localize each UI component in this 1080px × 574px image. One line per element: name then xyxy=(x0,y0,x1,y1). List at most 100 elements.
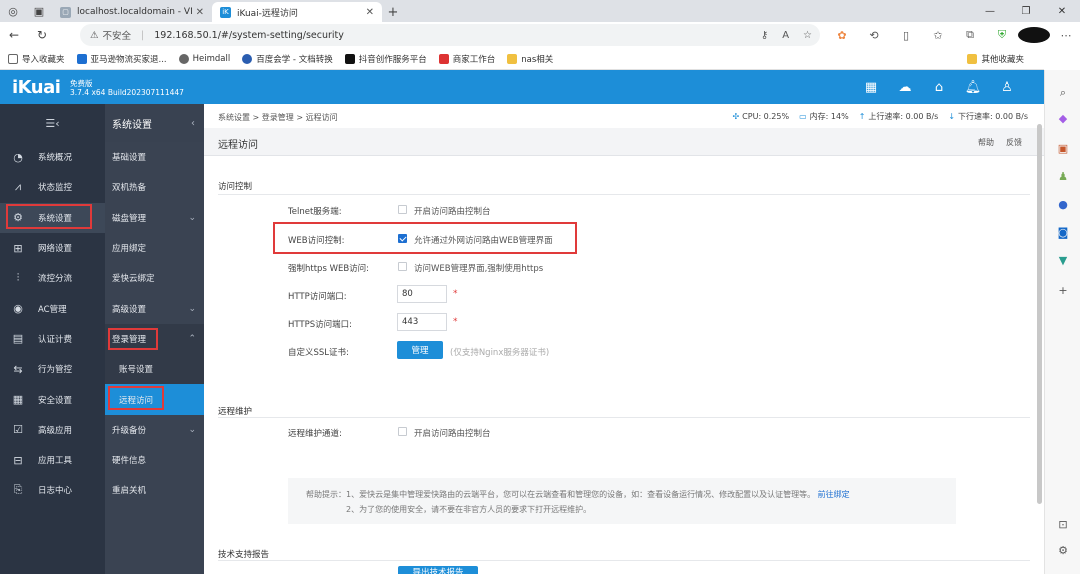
cloud-icon[interactable]: ☁ xyxy=(888,80,922,95)
arrow-up-icon: ↑ xyxy=(858,112,866,121)
required-mark: * xyxy=(453,317,458,327)
web-access-checkbox[interactable] xyxy=(398,234,407,243)
shield-icon[interactable]: ⛨ xyxy=(986,28,1018,42)
close-icon[interactable]: ✕ xyxy=(196,7,204,18)
nav-item-security[interactable]: ▦ 安全设置 xyxy=(0,384,105,414)
nav-item-tools[interactable]: ⊟ 应用工具 xyxy=(0,445,105,475)
page-links: 帮助 反馈 xyxy=(978,137,1022,148)
games-icon[interactable]: ♟ xyxy=(1055,170,1071,184)
ac-icon: ◉ xyxy=(13,302,23,316)
collapse-menu-icon[interactable]: ☰‹ xyxy=(0,104,105,142)
outlook-icon[interactable]: ◙ xyxy=(1055,226,1071,240)
tab-vmware[interactable]: ▢ localhost.localdomain - VMware ✕ xyxy=(52,2,212,22)
nav-item-advanced[interactable]: ☑ 高级应用 xyxy=(0,415,105,445)
https-port-label: HTTPS访问端口: xyxy=(288,320,353,330)
nav-item-monitor[interactable]: ⩘ 状态监控 xyxy=(0,172,105,202)
secnav-item-upgrade[interactable]: 升级备份 ⌄ xyxy=(105,415,204,445)
douyin-icon xyxy=(344,53,355,64)
back-icon[interactable]: ← xyxy=(0,22,28,48)
bookmark-import[interactable]: 导入收藏夹 xyxy=(8,53,65,65)
bookmark-merchant[interactable]: 商家工作台 xyxy=(438,53,495,65)
secnav-item-app-bind[interactable]: 应用绑定 xyxy=(105,233,204,263)
bookmark-baidu[interactable]: 百度会学 - 文档转换 xyxy=(242,53,333,65)
warning-icon: ⚠ xyxy=(90,29,99,41)
log-icon: ⎘ xyxy=(13,483,23,497)
nav-item-overview[interactable]: ◔ 系统概况 xyxy=(0,142,105,172)
http-port-input[interactable]: 80 xyxy=(397,285,447,303)
user-icon[interactable]: ♙ xyxy=(990,80,1024,95)
office-icon[interactable]: ● xyxy=(1055,198,1071,212)
scrollbar[interactable] xyxy=(1037,124,1042,504)
advanced-icon: ☑ xyxy=(13,423,23,437)
bookmark-other-folder[interactable]: 其他收藏夹 xyxy=(967,53,1024,65)
highlight-box xyxy=(6,204,92,229)
secnav-item-basic[interactable]: 基础设置 xyxy=(105,142,204,172)
settings-icon[interactable]: ⚙ xyxy=(1055,544,1071,558)
bookmark-nas-folder[interactable]: nas相关 xyxy=(507,53,553,65)
force-https-checkbox[interactable] xyxy=(398,262,407,271)
divider xyxy=(218,417,1030,418)
secnav-item-reboot[interactable]: 重启关机 xyxy=(105,475,204,505)
nav-item-logs[interactable]: ⎘ 日志中心 xyxy=(0,475,105,505)
nav-item-traffic[interactable]: ⫶ 流控分流 xyxy=(0,263,105,293)
restore-icon[interactable]: ❐ xyxy=(1008,0,1044,22)
nav-item-ac[interactable]: ◉ AC管理 xyxy=(0,293,105,323)
new-tab-button[interactable]: + xyxy=(382,2,404,22)
home-icon[interactable]: ⌂ xyxy=(922,80,956,95)
address-bar[interactable]: ⚠ 不安全 | 192.168.50.1/#/system-setting/se… xyxy=(80,24,820,46)
shopping-icon[interactable]: ◆ xyxy=(1055,112,1071,126)
secnav-item-account[interactable]: 账号设置 xyxy=(105,354,204,385)
tab-actions-icon[interactable]: ▣ xyxy=(26,0,52,22)
feedback-link[interactable]: 反馈 xyxy=(1006,137,1022,148)
split-screen-icon[interactable]: ▯ xyxy=(890,29,922,42)
telnet-checkbox[interactable] xyxy=(398,205,407,214)
web-access-label: WEB访问控制: xyxy=(288,236,345,246)
window-close-icon[interactable]: ✕ xyxy=(1044,0,1080,22)
nav-item-behavior[interactable]: ⇆ 行为管控 xyxy=(0,354,105,384)
web-access-checkbox-label: 允许通过外网访问路由WEB管理界面 xyxy=(414,236,553,246)
export-report-button[interactable]: 导出技术报告 xyxy=(398,566,478,574)
secnav-item-advanced[interactable]: 高级设置 ⌄ xyxy=(105,293,204,323)
read-aloud-icon[interactable]: A xyxy=(782,30,789,41)
remote-channel-checkbox[interactable] xyxy=(398,427,407,436)
key-icon[interactable]: ⚷ xyxy=(761,30,768,41)
url-separator: | xyxy=(141,29,145,41)
https-port-input[interactable]: 443 xyxy=(397,313,447,331)
star-icon[interactable]: ☆ xyxy=(803,30,812,41)
extension-icon[interactable]: ✿ xyxy=(826,29,858,42)
nav-item-auth[interactable]: ▤ 认证计费 xyxy=(0,324,105,354)
more-icon[interactable]: ⋯ xyxy=(1050,29,1080,42)
collections-icon[interactable]: ⧉ xyxy=(954,28,986,42)
nav-item-network[interactable]: ⊞ 网络设置 xyxy=(0,233,105,263)
grid-icon[interactable]: ▦ xyxy=(854,80,888,95)
bookmark-heimdall[interactable]: Heimdall xyxy=(178,53,230,64)
monitor-icon: ⩘ xyxy=(14,180,22,194)
favorites-icon[interactable]: ✩ xyxy=(922,29,954,42)
add-icon[interactable]: + xyxy=(1055,284,1071,298)
memory-icon: ▭ xyxy=(799,112,807,121)
profile-avatar[interactable] xyxy=(1018,27,1050,43)
help-link[interactable]: 帮助 xyxy=(978,137,994,148)
bookmark-douyin[interactable]: 抖音创作服务平台 xyxy=(344,53,427,65)
bell-icon[interactable]: 🔔︎ xyxy=(956,80,990,95)
minimize-icon[interactable]: — xyxy=(972,0,1008,22)
secnav-item-hardware[interactable]: 硬件信息 xyxy=(105,445,204,475)
bind-link[interactable]: 前往绑定 xyxy=(818,490,850,499)
browser-menu-icon[interactable]: ◎ xyxy=(0,0,26,22)
secnav-item-cloud-bind[interactable]: 爱快云绑定 xyxy=(105,263,204,293)
puzzle-icon[interactable]: ⟲ xyxy=(858,29,890,42)
search-icon[interactable]: ⌕ xyxy=(1055,86,1071,100)
screenshot-icon[interactable]: ⊡ xyxy=(1055,518,1071,532)
drop-icon[interactable]: ▼ xyxy=(1055,254,1071,268)
tab-ikuai[interactable]: iK iKuai-远程访问 ✕ xyxy=(212,2,382,22)
bookmark-amazon[interactable]: 亚马逊物流买家退... xyxy=(76,53,167,65)
toolbox-icon[interactable]: ▣ xyxy=(1055,142,1071,156)
divider xyxy=(218,560,1030,561)
secnav-item-disk[interactable]: 磁盘管理 ⌄ xyxy=(105,203,204,233)
secnav-item-hotstandby[interactable]: 双机热备 xyxy=(105,172,204,202)
close-icon[interactable]: ✕ xyxy=(366,7,374,18)
ssl-manage-button[interactable]: 管理 xyxy=(397,341,443,359)
chevron-left-icon[interactable]: ‹ xyxy=(191,118,195,129)
edition-info: 免费版 3.7.4 x64 Build202307111447 xyxy=(70,79,184,97)
refresh-icon[interactable]: ↻ xyxy=(28,22,56,48)
